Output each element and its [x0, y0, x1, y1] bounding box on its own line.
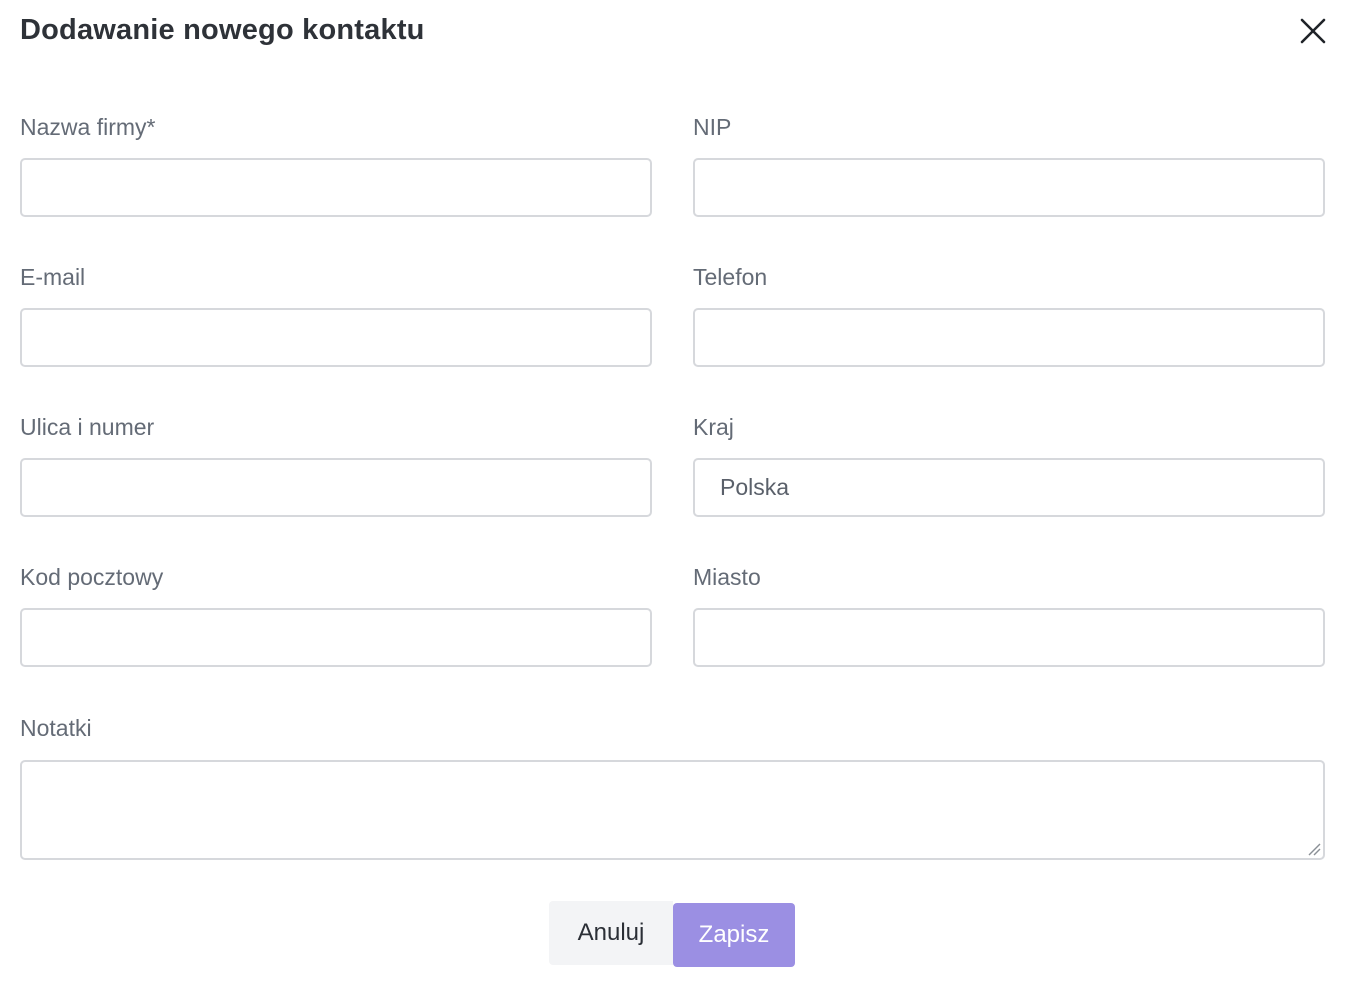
company-name-group: Nazwa firmy*: [20, 112, 652, 218]
dialog-title: Dodawanie nowego kontaktu: [20, 14, 425, 46]
street-label: Ulica i numer: [20, 414, 155, 440]
company-name-input[interactable]: [20, 158, 652, 217]
cancel-button[interactable]: Anuluj: [549, 901, 673, 965]
phone-label: Telefon: [693, 264, 768, 290]
add-contact-dialog: Dodawanie nowego kontaktu Nazwa firmy* N…: [0, 0, 1350, 1002]
close-icon: [1300, 18, 1326, 44]
city-group: Miasto: [693, 562, 1325, 668]
email-label: E-mail: [20, 264, 86, 290]
city-input[interactable]: [693, 608, 1325, 667]
city-label: Miasto: [693, 564, 761, 590]
email-group: E-mail: [20, 262, 652, 368]
phone-group: Telefon: [693, 262, 1325, 368]
postal-code-input[interactable]: [20, 608, 652, 667]
email-input[interactable]: [20, 308, 652, 367]
nip-label: NIP: [693, 114, 732, 140]
street-input[interactable]: [20, 458, 652, 517]
close-button[interactable]: [1296, 14, 1330, 48]
notes-textarea[interactable]: [20, 760, 1325, 860]
phone-input[interactable]: [693, 308, 1325, 367]
country-group: Kraj: [693, 412, 1325, 518]
street-group: Ulica i numer: [20, 412, 652, 518]
notes-label: Notatki: [20, 715, 92, 741]
postal-code-group: Kod pocztowy: [20, 562, 652, 668]
save-button[interactable]: Zapisz: [673, 903, 795, 967]
company-name-label: Nazwa firmy*: [20, 114, 156, 140]
country-label: Kraj: [693, 414, 734, 440]
postal-code-label: Kod pocztowy: [20, 564, 164, 590]
nip-input[interactable]: [693, 158, 1325, 217]
country-input[interactable]: [693, 458, 1325, 517]
resize-handle-icon[interactable]: [1307, 842, 1321, 856]
nip-group: NIP: [693, 112, 1325, 218]
notes-group: Notatki: [20, 713, 1325, 860]
